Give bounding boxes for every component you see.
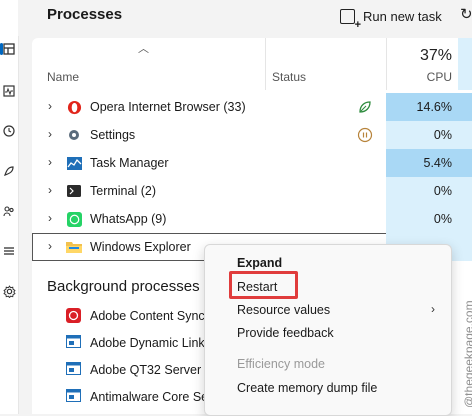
services-icon[interactable]: [0, 282, 18, 300]
task-manager-icon: [66, 155, 82, 171]
process-name: WhatsApp (9): [90, 212, 167, 226]
cpu-next-cell: [458, 177, 472, 205]
sort-up-icon: ︿: [138, 43, 149, 55]
terminal-icon: [66, 183, 82, 199]
chevron-right-icon[interactable]: ›: [48, 99, 52, 113]
process-name: Opera Internet Browser (33): [90, 100, 246, 114]
watermark-text: @thegeekpage.com: [462, 300, 472, 408]
process-name: Adobe QT32 Server C: [90, 363, 214, 377]
chevron-right-icon[interactable]: ›: [48, 211, 52, 225]
process-name: Terminal (2): [90, 184, 156, 198]
header-bar: Processes Run new task ↻: [18, 0, 472, 36]
cpu-next-cell: [458, 93, 472, 121]
nav-sidebar: [0, 0, 19, 414]
process-name: Antimalware Core Se: [90, 390, 209, 404]
menu-item-create-memory-dump[interactable]: Create memory dump file: [205, 376, 451, 400]
leaf-icon: [357, 99, 373, 115]
menu-item-label: Provide feedback: [237, 326, 334, 340]
menu-item-label: Efficiency mode: [237, 357, 326, 371]
cpu-value: 0%: [386, 121, 458, 149]
menu-item-provide-feedback[interactable]: Provide feedback: [205, 321, 451, 345]
processes-icon[interactable]: [0, 40, 18, 58]
cpu-next-cell: [458, 121, 472, 149]
cpu-value: 14.6%: [386, 93, 458, 121]
performance-icon[interactable]: [0, 82, 18, 100]
menu-item-label: Expand: [237, 256, 283, 270]
next-column-edge: [458, 38, 472, 90]
app-history-icon[interactable]: [0, 122, 18, 140]
table-row-app[interactable]: › WhatsApp (9) 0%: [32, 205, 472, 233]
refresh-icon[interactable]: ↻: [460, 5, 472, 23]
startup-apps-icon[interactable]: [0, 162, 18, 180]
app-window-icon: [66, 389, 81, 404]
watermark: @thegeekpage.com: [446, 222, 472, 408]
column-header-status[interactable]: Status: [272, 70, 306, 84]
chevron-right-icon: ›: [431, 302, 435, 316]
table-row-app[interactable]: › Task Manager 5.4%: [32, 149, 472, 177]
run-new-task-label: Run new task: [363, 8, 442, 24]
pause-icon: [357, 127, 373, 143]
app-window-icon: [66, 335, 81, 350]
menu-item-efficiency-mode: Efficiency mode: [205, 352, 451, 376]
column-divider: [265, 38, 266, 90]
menu-item-label: Resource values: [237, 303, 331, 317]
table-row-app[interactable]: › Settings 0%: [32, 121, 472, 149]
chevron-right-icon[interactable]: ›: [48, 239, 52, 253]
process-name: Settings: [90, 128, 136, 142]
adobe-cc-icon: [66, 308, 81, 323]
cpu-value: 0%: [386, 177, 458, 205]
run-new-task-button[interactable]: Run new task: [340, 5, 442, 30]
restart-highlight-box: [229, 271, 298, 299]
process-name: Adobe Dynamic Link: [90, 336, 205, 350]
menu-item-label: Create memory dump file: [237, 381, 378, 395]
column-header-name[interactable]: Name: [47, 70, 79, 84]
cpu-value: 5.4%: [386, 149, 458, 177]
chevron-right-icon[interactable]: ›: [48, 183, 52, 197]
new-task-icon: [340, 8, 361, 30]
column-header-cpu[interactable]: CPU: [386, 70, 452, 84]
chevron-right-icon[interactable]: ›: [48, 127, 52, 141]
context-menu: Expand Restart Resource values › Provide…: [204, 244, 452, 416]
table-row-app[interactable]: › Opera Internet Browser (33) 14.6%: [32, 93, 472, 121]
details-icon[interactable]: [0, 242, 18, 260]
opera-icon: [66, 99, 82, 115]
process-name: Adobe Content Synch: [90, 309, 212, 323]
table-row-app[interactable]: › Terminal (2) 0%: [32, 177, 472, 205]
folder-icon: [66, 239, 82, 255]
users-icon[interactable]: [0, 202, 18, 220]
page-title: Processes: [47, 6, 123, 23]
app-window-icon: [66, 362, 81, 377]
chevron-right-icon[interactable]: ›: [48, 155, 52, 169]
process-name: Task Manager: [90, 156, 169, 170]
settings-gear-icon: [66, 127, 82, 143]
cpu-next-cell: [458, 149, 472, 177]
process-name: Windows Explorer: [90, 240, 191, 254]
cpu-total-percent: 37%: [419, 47, 452, 64]
background-processes-heading: Background processes: [47, 278, 200, 295]
menu-item-resource-values[interactable]: Resource values ›: [205, 298, 451, 322]
whatsapp-icon: [66, 211, 82, 227]
